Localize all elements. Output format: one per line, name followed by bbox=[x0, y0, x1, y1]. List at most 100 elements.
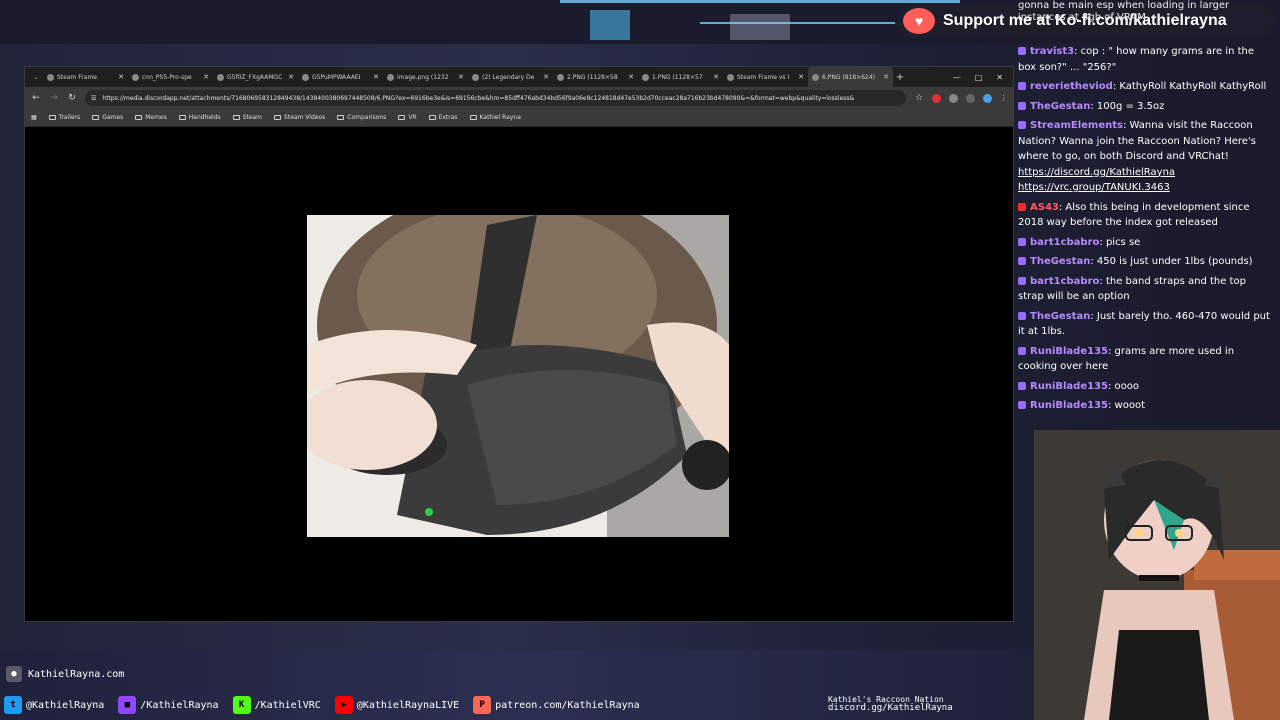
chat-username[interactable]: bart1cbabro bbox=[1030, 237, 1099, 248]
chat-username[interactable]: travist3 bbox=[1030, 46, 1074, 57]
chat-username[interactable]: reverietheviod bbox=[1030, 81, 1113, 92]
extension-icon[interactable] bbox=[966, 93, 975, 103]
chat-username[interactable]: AS43 bbox=[1030, 202, 1059, 213]
tab-close-icon[interactable]: ✕ bbox=[373, 73, 379, 81]
tab-close-icon[interactable]: ✕ bbox=[203, 73, 209, 81]
menu-kebab-icon[interactable]: ⋮ bbox=[1000, 94, 1007, 102]
bookmark-label: Steam bbox=[242, 114, 263, 121]
twitch-badge-icon bbox=[1018, 381, 1026, 390]
reload-icon[interactable]: ↻ bbox=[67, 93, 77, 103]
tab-list: Steam Frame ✕ cnn_PS5-Pro-spe ✕ G5f0Z_FXgAAM… bbox=[43, 67, 893, 87]
chat-message: TheGestan: 450 is just under 1lbs (pound… bbox=[1018, 254, 1274, 270]
browser-tab[interactable]: image.png (1232 ✕ bbox=[383, 67, 468, 87]
chat-username[interactable]: TheGestan bbox=[1030, 101, 1090, 112]
tab-search-chevron-icon[interactable]: ⌄ bbox=[29, 74, 43, 81]
chat-username[interactable]: StreamElements bbox=[1030, 120, 1123, 131]
browser-tab[interactable]: Steam Frame vs I ✕ bbox=[723, 67, 808, 87]
chat-overflow-line: gonna be main esp when loading in larger bbox=[1018, 0, 1230, 11]
profile-avatar-icon[interactable] bbox=[983, 93, 992, 103]
chat-link[interactable]: https://vrc.group/TANUKI.3463 bbox=[1018, 182, 1170, 193]
vtuber-avatar bbox=[1034, 430, 1280, 720]
tab-close-icon[interactable]: ✕ bbox=[288, 73, 294, 81]
apps-grid-icon[interactable]: ▦ bbox=[31, 114, 37, 121]
tab-close-icon[interactable]: ✕ bbox=[713, 73, 719, 81]
url-field[interactable]: ☰ https://media.discordapp.net/attachmen… bbox=[85, 90, 906, 106]
bookmark-item[interactable]: Comparisons bbox=[337, 114, 386, 121]
chat-username[interactable]: RuniBlade135 bbox=[1030, 400, 1108, 411]
extensions: ⋮ bbox=[932, 93, 1007, 103]
chat-username[interactable]: bart1cbabro bbox=[1030, 276, 1099, 287]
tab-title: 1.PNG (1128×57 bbox=[652, 73, 703, 81]
tab-title: 2.PNG (1128×58 bbox=[567, 73, 618, 81]
tab-close-icon[interactable]: ✕ bbox=[543, 73, 549, 81]
bookmark-label: Games bbox=[102, 114, 124, 121]
social-link: K/KathielVRC bbox=[232, 696, 321, 714]
back-arrow-icon[interactable]: ← bbox=[31, 93, 41, 103]
tab-close-icon[interactable]: ✕ bbox=[883, 73, 889, 81]
bookmark-item[interactable]: Steam bbox=[232, 114, 263, 121]
bookmark-label: VR bbox=[408, 114, 417, 121]
tab-close-icon[interactable]: ✕ bbox=[628, 73, 634, 81]
twitch-badge-icon bbox=[1018, 276, 1026, 285]
folder-icon bbox=[274, 115, 282, 120]
bookmark-star-icon[interactable]: ☆ bbox=[914, 93, 924, 103]
kofi-cup-icon: ♥ bbox=[903, 8, 935, 34]
folder-icon bbox=[337, 115, 345, 120]
chat-link[interactable]: https://discord.gg/KathielRayna bbox=[1018, 167, 1175, 178]
patreon-icon: P bbox=[473, 696, 492, 714]
site-info-icon[interactable]: ☰ bbox=[91, 95, 96, 102]
twitch-badge-icon bbox=[1018, 257, 1026, 265]
forward-arrow-icon[interactable]: → bbox=[49, 93, 59, 103]
social-handle: @KathielRaynaLIVE bbox=[356, 699, 460, 711]
close-icon[interactable]: ✕ bbox=[996, 73, 1003, 82]
chat-username[interactable]: TheGestan bbox=[1030, 311, 1090, 322]
tab-favicon-icon bbox=[47, 73, 54, 81]
chat-username[interactable]: TheGestan bbox=[1030, 256, 1090, 267]
bookmark-label: Steam Videos bbox=[284, 114, 326, 121]
folder-icon bbox=[48, 115, 56, 120]
tab-title: Steam Frame bbox=[57, 73, 97, 81]
bookmark-item[interactable]: VR bbox=[398, 114, 417, 121]
minimize-icon[interactable]: — bbox=[953, 73, 961, 82]
bookmark-item[interactable]: Memes bbox=[135, 114, 167, 121]
extension-icon[interactable] bbox=[949, 93, 958, 103]
discord-link: discord.gg/KathielRayna bbox=[828, 703, 953, 713]
browser-tab[interactable]: Steam Frame ✕ bbox=[43, 67, 128, 87]
chat-username[interactable]: RuniBlade135 bbox=[1030, 346, 1108, 357]
browser-tab[interactable]: G5PuMPWAAAEI ✕ bbox=[298, 67, 383, 87]
social-handle: /KathielRayna bbox=[140, 699, 219, 711]
bookmark-item[interactable]: Kathiel Rayna bbox=[469, 114, 521, 121]
bookmark-item[interactable]: Extras bbox=[428, 114, 458, 121]
maximize-icon[interactable]: □ bbox=[975, 73, 983, 82]
chat-message-list: travist3: cop : " how many grams are in … bbox=[1018, 44, 1274, 414]
bookmarks-bar: ▦ Trailers Games Memes Handhelds Steam Steam … bbox=[25, 109, 1013, 127]
tab-close-icon[interactable]: ✕ bbox=[118, 73, 124, 81]
tab-title: G5f0Z_FXgAAMGC bbox=[227, 73, 283, 81]
bookmark-item[interactable]: Trailers bbox=[48, 114, 81, 121]
tab-close-icon[interactable]: ✕ bbox=[798, 73, 804, 81]
browser-tab[interactable]: G5f0Z_FXgAAMGC ✕ bbox=[213, 67, 298, 87]
browser-tab[interactable]: 1.PNG (1128×57 ✕ bbox=[638, 67, 723, 87]
browser-tab[interactable]: (2) Legendary De ✕ bbox=[468, 67, 553, 87]
bookmark-label: Trailers bbox=[58, 114, 81, 121]
tab-favicon-icon bbox=[302, 73, 309, 81]
bookmark-item[interactable]: Handhelds bbox=[178, 114, 221, 121]
bookmark-item[interactable]: Games bbox=[92, 114, 123, 121]
twitch-badge-icon bbox=[1018, 311, 1026, 320]
kick-icon: K bbox=[232, 696, 251, 714]
browser-tab[interactable]: cnn_PS5-Pro-spe ✕ bbox=[128, 67, 213, 87]
raccoon-nation-block: Kathiel's Raccoon Nation discord.gg/Kath… bbox=[828, 695, 953, 713]
twitch-icon: ■ bbox=[118, 696, 137, 714]
bookmark-item[interactable]: Steam Videos bbox=[274, 114, 325, 121]
new-tab-button[interactable]: + bbox=[893, 72, 907, 83]
tab-favicon-icon bbox=[217, 73, 224, 81]
browser-tab[interactable]: 6.PNG (818×624) ✕ bbox=[808, 67, 893, 87]
browser-tab[interactable]: 2.PNG (1128×58 ✕ bbox=[553, 67, 638, 87]
extension-icon[interactable] bbox=[932, 93, 941, 103]
tab-close-icon[interactable]: ✕ bbox=[458, 73, 464, 81]
chat-username[interactable]: RuniBlade135 bbox=[1030, 381, 1108, 392]
tab-favicon-icon bbox=[472, 73, 479, 81]
bg-stripe bbox=[560, 0, 960, 3]
chat-overflow-text: gonna be main esp when loading in larger… bbox=[1018, 0, 1229, 24]
social-link: Ppatreon.com/KathielRayna bbox=[473, 696, 640, 714]
